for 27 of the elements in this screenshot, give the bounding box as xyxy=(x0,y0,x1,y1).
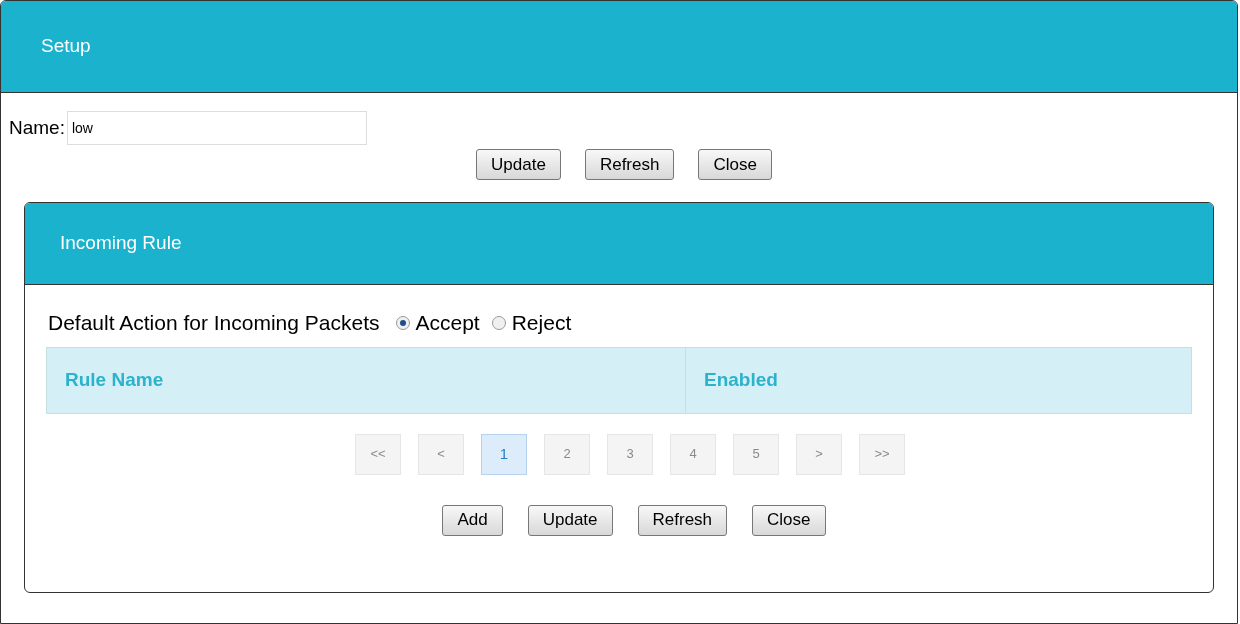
page-button[interactable]: 2 xyxy=(544,433,590,475)
page-button[interactable]: << xyxy=(355,433,401,475)
action-button[interactable]: Refresh xyxy=(637,504,728,536)
page-button[interactable]: > xyxy=(796,433,842,475)
page-button[interactable]: 3 xyxy=(607,433,653,475)
column-header: Rule Name xyxy=(47,347,686,413)
page-button[interactable]: >> xyxy=(859,433,905,475)
default-action-label: Default Action for Incoming Packets xyxy=(48,310,380,336)
action-button[interactable]: Update xyxy=(527,504,613,536)
page-button[interactable]: 1 xyxy=(481,433,527,475)
action-button[interactable]: Close xyxy=(698,149,772,180)
panel-title: Setup xyxy=(41,34,91,59)
action-button[interactable]: Add xyxy=(442,504,503,536)
radio-label: Accept xyxy=(415,310,480,336)
page-button[interactable]: 5 xyxy=(733,433,779,475)
action-button[interactable]: Refresh xyxy=(584,149,675,180)
action-button[interactable]: Close xyxy=(752,504,826,536)
name-input[interactable]: low xyxy=(66,111,367,145)
radio-button[interactable] xyxy=(395,315,410,330)
name-label: Name: xyxy=(9,115,65,140)
radio-button[interactable] xyxy=(491,315,506,330)
page-button[interactable]: < xyxy=(418,433,464,475)
column-header: Enabled xyxy=(703,367,779,392)
action-button[interactable]: Update xyxy=(476,149,561,180)
panel-title: Incoming Rule xyxy=(60,231,182,256)
page-button[interactable]: 4 xyxy=(670,433,716,475)
radio-label: Reject xyxy=(511,310,572,336)
